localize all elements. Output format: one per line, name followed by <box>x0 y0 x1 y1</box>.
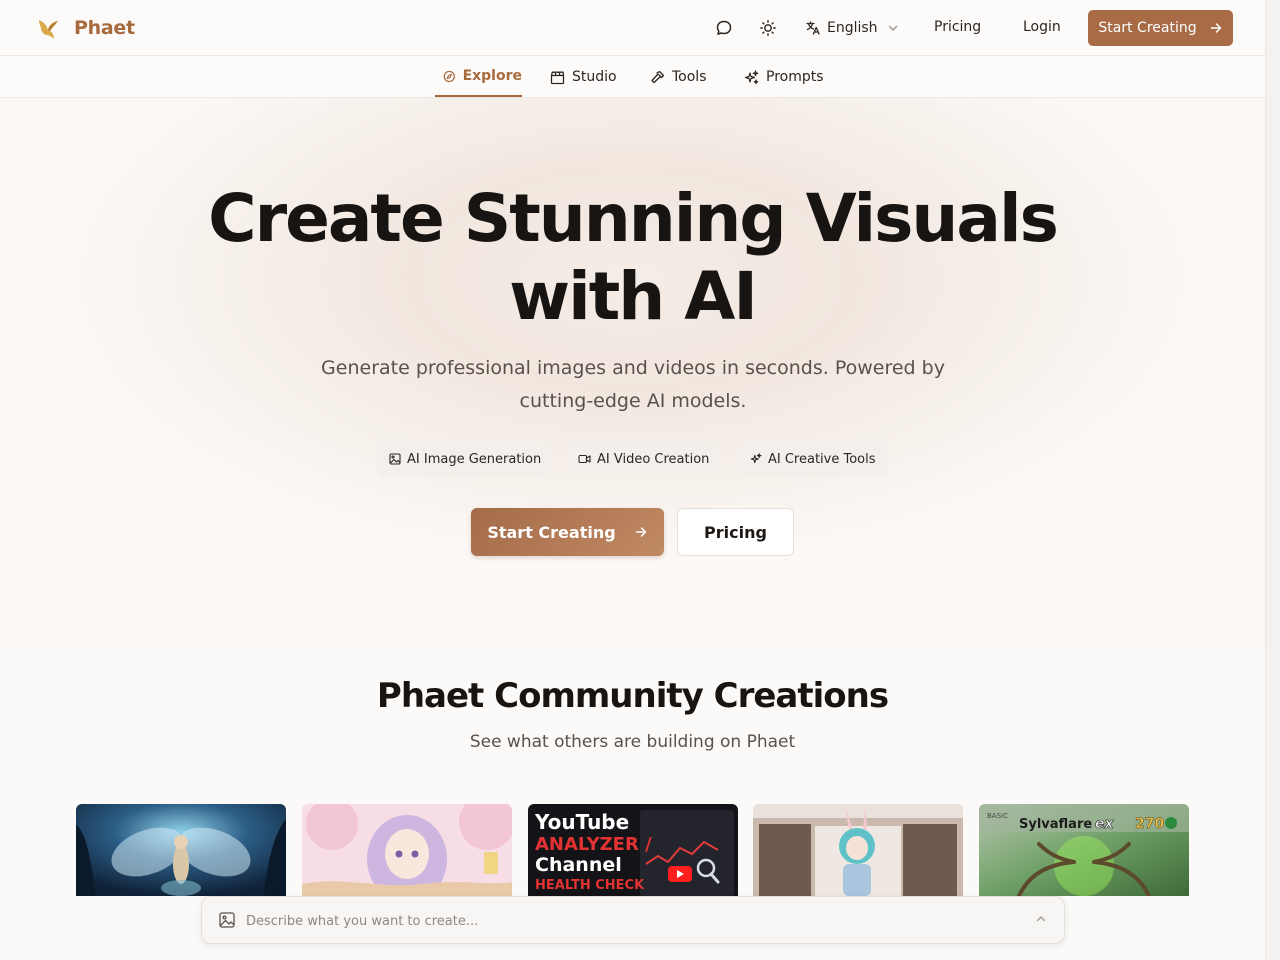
card-sylvaflare[interactable]: BASIC Sylvaflare ex 270 <box>979 804 1189 896</box>
brand-name: Phaet <box>74 17 135 39</box>
chip-ai-creative-tools: AI Creative Tools <box>738 442 888 476</box>
chip-label: AI Image Generation <box>407 451 542 467</box>
brand[interactable]: Phaet <box>36 14 135 42</box>
card-anime-girl-cherry-blossom[interactable] <box>302 804 512 896</box>
top-header: Phaet English Pricing Login Start Creati… <box>0 0 1265 56</box>
language-label: English <box>827 20 878 36</box>
language-select[interactable]: English <box>805 17 905 39</box>
tab-tools-label: Tools <box>672 69 707 85</box>
image-icon <box>389 453 401 465</box>
bird-logo-icon <box>39 20 58 39</box>
chip-ai-video-creation: AI Video Creation <box>566 442 722 476</box>
card-fairy-forest[interactable] <box>76 804 286 896</box>
card-hp: 270 <box>1135 816 1164 832</box>
hero-section: Create Stunning Visuals with AI Generate… <box>0 98 1265 646</box>
chip-label: AI Video Creation <box>597 451 710 467</box>
chip-ai-image-generation: AI Image Generation <box>377 442 554 476</box>
hammer-icon <box>651 70 665 83</box>
yt-text-3: Channel <box>535 854 622 876</box>
hero-start-creating-button[interactable]: Start Creating <box>471 508 664 556</box>
chip-label: AI Creative Tools <box>768 451 876 467</box>
page-scrollbar[interactable] <box>1265 0 1280 960</box>
arrow-right-icon <box>1210 23 1221 33</box>
sparkles-icon <box>744 69 759 84</box>
prompt-input[interactable] <box>246 909 1006 933</box>
hero-title: Create Stunning Visuals with AI <box>0 180 1265 336</box>
yt-text-1: YouTube <box>534 810 629 834</box>
clapperboard-icon <box>550 71 565 84</box>
hero-subtitle: Generate professional images and videos … <box>321 357 945 412</box>
image-upload-icon[interactable] <box>218 911 236 929</box>
tab-prompts[interactable]: Prompts <box>744 57 824 97</box>
card-pokemon-name: Sylvaflare <box>1019 817 1092 832</box>
card-ex-tag: ex <box>1095 816 1114 832</box>
tab-studio[interactable]: Studio <box>550 57 617 97</box>
yt-text-4: HEALTH CHECK <box>535 878 645 893</box>
tab-explore[interactable]: Explore <box>435 57 522 97</box>
prompt-bar <box>201 896 1065 944</box>
header-login-link[interactable]: Login <box>1023 19 1061 35</box>
chevron-up-icon[interactable] <box>1034 912 1048 926</box>
card-youtube-analyzer[interactable]: YouTube ANALYZER / Channel HEALTH CHECK <box>528 804 738 896</box>
anime-girl-image <box>302 804 512 896</box>
tab-tools[interactable]: Tools <box>650 57 707 97</box>
community-title: Phaet Community Creations <box>376 676 889 716</box>
sun-icon[interactable] <box>757 17 779 39</box>
arrow-right-icon <box>635 527 646 537</box>
header-start-creating-button[interactable]: Start Creating <box>1088 10 1233 46</box>
hero-title-line-2: with AI <box>509 258 758 335</box>
yt-text-2: ANALYZER / <box>535 834 652 855</box>
translate-icon <box>806 21 820 35</box>
card-stage: BASIC <box>987 812 1008 820</box>
chat-bubble-icon[interactable] <box>713 17 735 39</box>
tab-explore-label: Explore <box>462 68 522 84</box>
fairy-forest-image <box>76 804 286 896</box>
video-icon <box>578 454 591 464</box>
hero-pricing-button[interactable]: Pricing <box>677 508 794 556</box>
chevron-down-icon <box>888 25 897 31</box>
header-cta-label: Start Creating <box>1098 20 1197 36</box>
header-pricing-link[interactable]: Pricing <box>934 19 981 35</box>
tab-prompts-label: Prompts <box>766 69 824 85</box>
youtube-analyzer-image: YouTube ANALYZER / Channel HEALTH CHECK <box>528 804 738 896</box>
hero-title-line-1: Create Stunning Visuals <box>208 180 1059 257</box>
compass-icon <box>443 70 455 82</box>
sylvaflare-card-image: BASIC Sylvaflare ex 270 <box>979 804 1189 896</box>
sparkles-icon <box>750 453 762 464</box>
bunny-girl-image <box>753 804 963 896</box>
card-bunny-girl-closet[interactable] <box>753 804 963 896</box>
tab-studio-label: Studio <box>572 69 617 85</box>
main-nav: Explore Studio Tools Prompts <box>0 57 1265 98</box>
hero-cta-label: Start Creating <box>487 522 616 542</box>
community-subtitle: See what others are building on Phaet <box>469 732 796 752</box>
